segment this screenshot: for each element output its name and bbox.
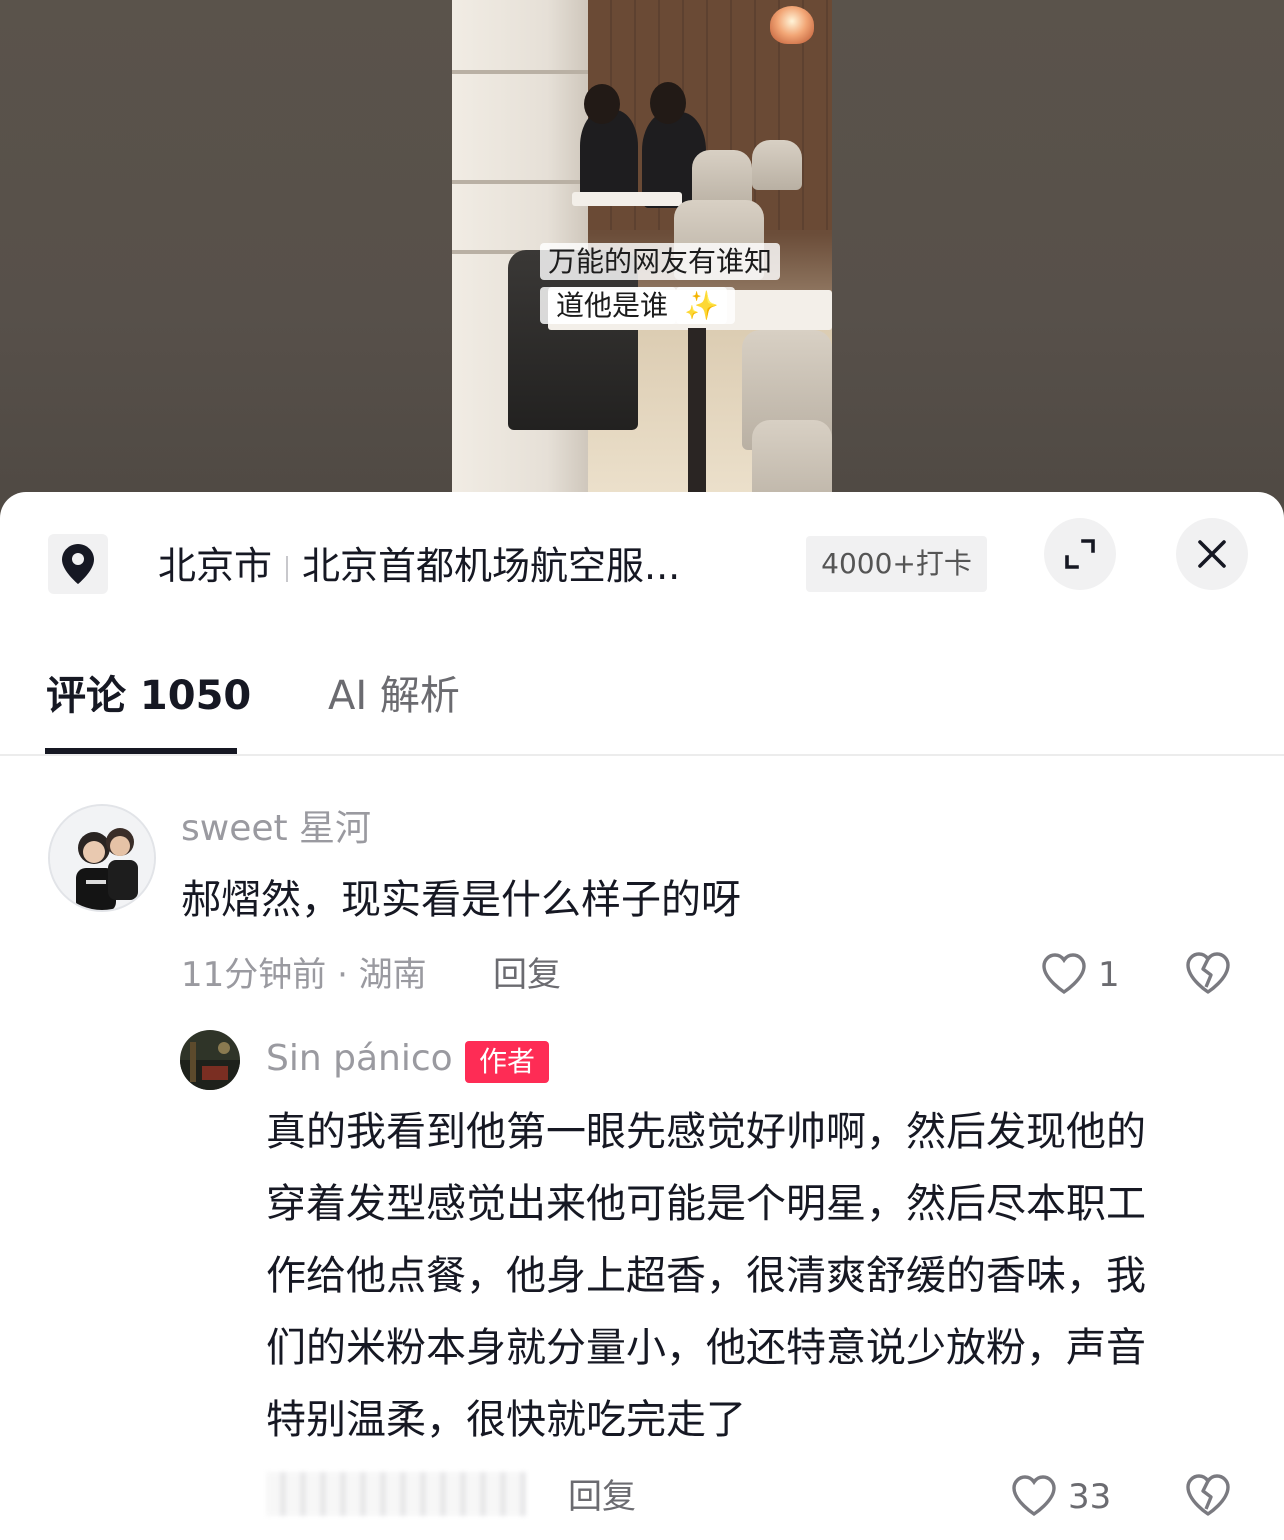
location-place: 北京首都机场航空服... xyxy=(302,544,681,588)
reply-meta-redacted xyxy=(266,1472,526,1516)
active-tab-indicator xyxy=(45,748,237,754)
dislike-icon[interactable] xyxy=(1184,950,1234,998)
video-scene-lamp xyxy=(770,6,814,44)
author-badge: 作者 xyxy=(465,1041,549,1083)
reply-text-line: 真的我看到他第一眼先感觉好帅啊，然后发现他的 xyxy=(266,1109,1146,1155)
reply-text-line: 特别温柔，很快就吃完走了 xyxy=(266,1397,746,1443)
comment-sheet: 北京市 北京首都机场航空服... 4000+打卡 评论 1050 AI 解析 s… xyxy=(0,492,1284,1540)
checkin-count-badge[interactable]: 4000+打卡 xyxy=(806,536,987,592)
video-caption-line1: 万能的网友有谁知 xyxy=(540,243,781,280)
expand-button[interactable] xyxy=(1044,518,1116,590)
location-text[interactable]: 北京市 北京首都机场航空服... xyxy=(158,536,680,596)
sheet-tabs: 评论 1050 AI 解析 xyxy=(0,642,1284,756)
close-button[interactable] xyxy=(1176,518,1248,590)
comment-text: 郝熠然，现实看是什么样子的呀 xyxy=(181,877,741,923)
video-chair xyxy=(752,140,802,190)
comment-time-location: 11分钟前 · 湖南 xyxy=(181,955,427,995)
avatar-photo xyxy=(50,806,154,910)
video-person-1-head xyxy=(584,84,620,124)
like-count: 1 xyxy=(1098,955,1120,995)
location-pin-icon xyxy=(48,534,108,594)
like-count: 33 xyxy=(1068,1477,1112,1517)
reply-text-line: 穿着发型感觉出来他可能是个明星，然后尽本职工 xyxy=(266,1181,1146,1227)
reply-text-line: 们的米粉本身就分量小，他还特意说少放粉，声音 xyxy=(266,1325,1146,1371)
reply-button[interactable]: 回复 xyxy=(568,1472,636,1522)
reply-text-line: 作给他点餐，他身上超香，很清爽舒缓的香味，我 xyxy=(266,1253,1146,1299)
expand-icon xyxy=(1065,539,1095,569)
tab-ai-analysis[interactable]: AI 解析 xyxy=(328,666,460,726)
video-table xyxy=(572,192,682,206)
avatar[interactable] xyxy=(180,1030,240,1090)
reply-text: 真的我看到他第一眼先感觉好帅啊，然后发现他的 穿着发型感觉出来他可能是个明星，然… xyxy=(266,1096,1246,1456)
avatar-photo xyxy=(180,1030,240,1090)
like-icon[interactable] xyxy=(1010,1474,1060,1520)
location-city: 北京市 xyxy=(158,544,273,588)
video-caption-line2: 道他是谁 xyxy=(548,287,677,324)
video-person-2-head xyxy=(650,82,686,124)
reply-nickname[interactable]: Sin pánico xyxy=(266,1034,453,1084)
video-person-1 xyxy=(580,110,638,200)
reply-button[interactable]: 回复 xyxy=(493,950,561,1000)
location-separator xyxy=(286,555,289,582)
video-caption: 万能的网友有谁知 道他是谁 ✨ xyxy=(540,240,820,328)
tab-comments[interactable]: 评论 1050 xyxy=(46,666,251,726)
dislike-icon[interactable] xyxy=(1184,1472,1234,1520)
avatar[interactable] xyxy=(48,804,156,912)
like-icon[interactable] xyxy=(1040,952,1090,998)
close-icon xyxy=(1198,540,1226,568)
comment-nickname[interactable]: sweet 星河 xyxy=(181,804,371,854)
sparkle-emoji: ✨ xyxy=(676,287,727,324)
